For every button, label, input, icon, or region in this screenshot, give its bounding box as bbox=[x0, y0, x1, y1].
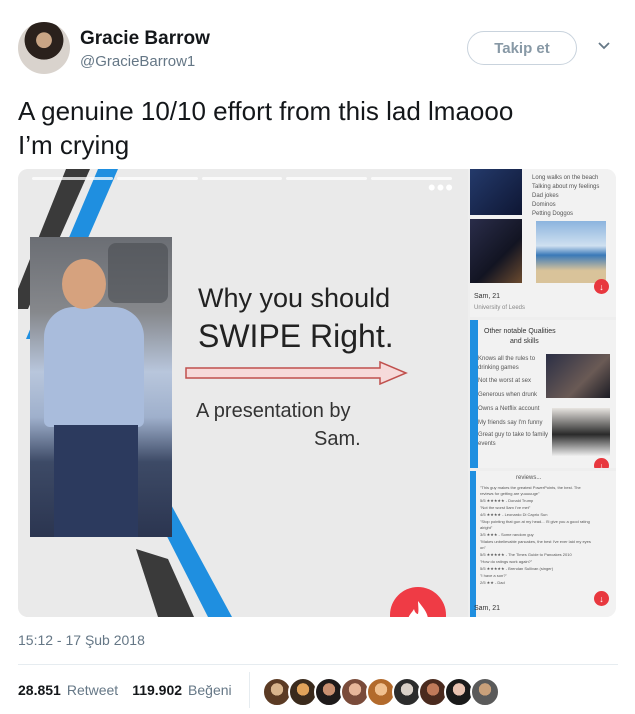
side-image-3[interactable]: reviews... "This guy makes the greatest … bbox=[470, 471, 616, 617]
side3-stripe bbox=[470, 471, 476, 617]
side1-bullet: Dominos bbox=[532, 202, 556, 208]
side2-tinder-icon: ↓ bbox=[594, 458, 609, 468]
review-line: "Not the worst 5am I've met" bbox=[480, 505, 531, 510]
follow-button[interactable]: Takip et bbox=[467, 31, 577, 65]
user-handle[interactable]: @GracieBarrow1 bbox=[80, 53, 195, 70]
like-count[interactable]: 119.902 bbox=[132, 682, 182, 698]
more-dots-icon[interactable]: ••• bbox=[428, 177, 454, 199]
retweet-label[interactable]: Retweet bbox=[67, 682, 118, 698]
liker-avatar[interactable] bbox=[470, 677, 500, 707]
side1-photo-b bbox=[470, 219, 522, 283]
side3-tinder-icon: ↓ bbox=[594, 591, 609, 606]
slide-photo bbox=[30, 237, 172, 537]
side2-title-2: and skills bbox=[510, 338, 539, 345]
review-line: "Makes unbelievable pancakes, the best I… bbox=[480, 539, 591, 544]
slide-title: Why you should SWIPE Right. bbox=[198, 279, 428, 355]
side2-bullet: Owns a Netflix account bbox=[478, 406, 540, 412]
side1-name: Sam, 21 bbox=[474, 293, 501, 300]
divider-top bbox=[18, 664, 618, 665]
retweet-count[interactable]: 28.851 bbox=[18, 682, 61, 698]
slide-title-line-1: Why you should bbox=[198, 283, 391, 313]
review-line: 4/5 ★★★★ - Leonardo Di Caprio Sun bbox=[480, 512, 548, 517]
review-line: "This guy makes the greatest PowerPoints… bbox=[480, 485, 581, 490]
slide-byline-2: Sam. bbox=[314, 428, 361, 450]
tweet-media[interactable]: ••• Why you should SWIPE Right. A presen… bbox=[18, 169, 616, 617]
side2-photo-a bbox=[546, 354, 610, 398]
tweet-timestamp[interactable]: 15:12 - 17 Şub 2018 bbox=[18, 632, 145, 648]
arrow-right-icon bbox=[185, 361, 408, 385]
review-line: reviews for getting are yuuuuuge" bbox=[480, 491, 540, 496]
side2-bullet: Generous when drunk bbox=[478, 392, 538, 398]
side3-header: reviews... bbox=[516, 475, 542, 481]
review-line: "I have a son?" bbox=[480, 573, 507, 578]
review-line: on" bbox=[480, 545, 486, 550]
story-progress bbox=[32, 177, 452, 180]
tweet-text: A genuine 10/10 effort from this lad lma… bbox=[18, 94, 618, 162]
side-image-2[interactable]: Other notable Qualities and skills Knows… bbox=[470, 320, 616, 468]
slide-byline: A presentation by Sam. bbox=[196, 397, 361, 453]
user-name[interactable]: Gracie Barrow bbox=[80, 28, 210, 50]
side2-bullet: drinking games bbox=[478, 365, 519, 371]
tweet-line-2: I’m crying bbox=[18, 130, 130, 160]
side-image-1[interactable]: Long walks on the beach Talking about my… bbox=[470, 169, 616, 317]
side2-bullet: Great guy to take to family bbox=[478, 432, 549, 438]
side1-bullet: Petting Doggos bbox=[532, 211, 574, 217]
side1-bullet: Dad jokes bbox=[532, 193, 559, 199]
avatar[interactable] bbox=[18, 22, 70, 74]
review-line: 2/5 ★★ - Dad bbox=[480, 580, 505, 585]
review-line: 5/5 ★★★★★ - Brendan Sullivan (singer) bbox=[480, 566, 554, 571]
side1-school: University of Leeds bbox=[474, 305, 526, 311]
stats-separator bbox=[249, 672, 250, 708]
tweet-line-1: A genuine 10/10 effort from this lad lma… bbox=[18, 96, 514, 126]
review-line: 5/5 ★★★★★ - The Times Guide to Pancakes … bbox=[480, 552, 572, 557]
side1-photo-a bbox=[470, 169, 522, 215]
side2-bullet: Not the worst at sex bbox=[478, 378, 532, 384]
slide-main-image[interactable]: ••• Why you should SWIPE Right. A presen… bbox=[18, 169, 468, 617]
likers-avatars[interactable] bbox=[262, 677, 500, 707]
side1-bullet: Long walks on the beach bbox=[532, 175, 599, 181]
like-label[interactable]: Beğeni bbox=[188, 682, 232, 698]
side1-photo-c bbox=[536, 221, 606, 283]
review-line: 3/5 ★★★ - Some random guy bbox=[480, 532, 534, 537]
tweet-stats: 28.851 Retweet 119.902 Beğeni bbox=[18, 682, 232, 698]
side2-bullet: events bbox=[478, 441, 496, 447]
tinder-flame-icon[interactable] bbox=[390, 587, 446, 617]
side1-tinder-icon: ↓ bbox=[594, 279, 609, 294]
side3-name: Sam, 21 bbox=[474, 605, 501, 612]
review-line: "How do ratings work again?" bbox=[480, 559, 533, 564]
chevron-down-icon[interactable] bbox=[597, 38, 611, 54]
side2-bullet: Knows all the rules to bbox=[478, 356, 536, 362]
side2-stripe bbox=[470, 320, 478, 468]
side2-bullet: My friends say I'm funny bbox=[478, 420, 543, 426]
side2-photo-b bbox=[552, 408, 610, 456]
side1-bullet: Talking about my feelings bbox=[532, 184, 600, 190]
side2-title-1: Other notable Qualities bbox=[484, 328, 556, 335]
slide-title-line-2: SWIPE Right. bbox=[198, 318, 394, 354]
review-line: "Stop pointing that gun at my head... I'… bbox=[480, 519, 590, 524]
review-line: 5/5 ★★★★★ - Donald Trump bbox=[480, 498, 534, 503]
slide-byline-1: A presentation by bbox=[196, 400, 351, 422]
review-line: alright" bbox=[480, 525, 493, 530]
